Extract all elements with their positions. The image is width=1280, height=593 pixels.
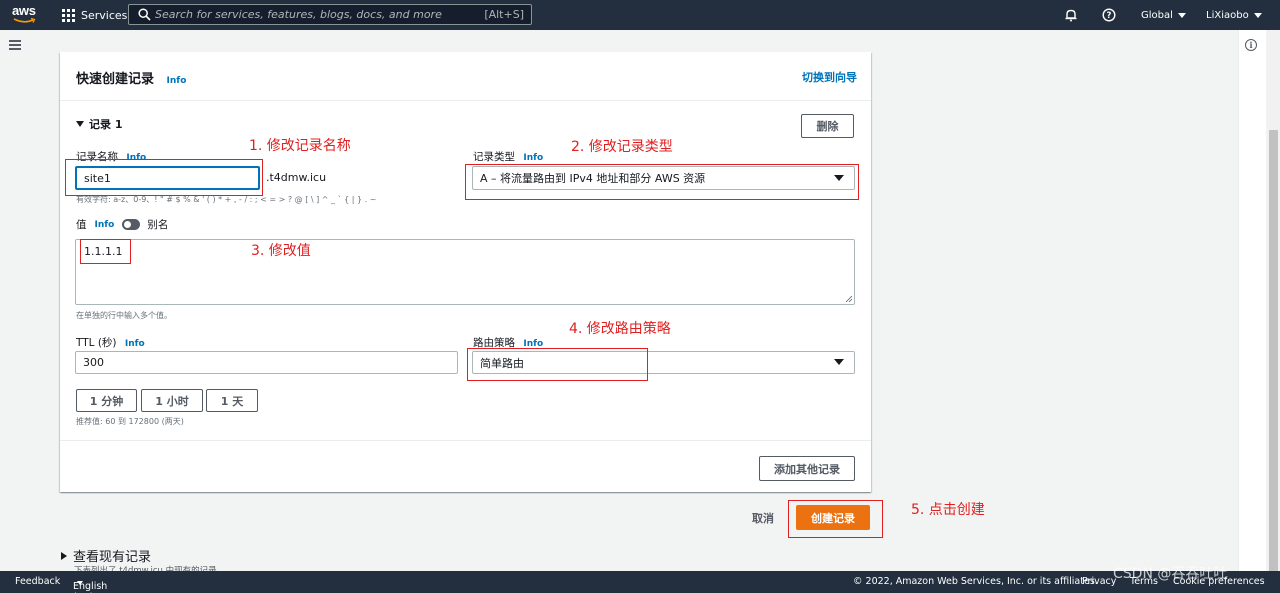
- services-menu[interactable]: Services: [62, 7, 127, 23]
- annotation-step4: 4. 修改路由策略: [569, 321, 671, 337]
- grid-icon: [62, 8, 75, 22]
- alias-label: 别名: [147, 219, 169, 231]
- ttl-1-hour-button[interactable]: 1 小时: [141, 389, 203, 412]
- existing-records-toggle[interactable]: 查看现有记录: [61, 546, 151, 565]
- annotation-step5: 5. 点击创建: [911, 502, 985, 518]
- info-link[interactable]: Info: [523, 153, 543, 163]
- aws-logo[interactable]: aws: [12, 4, 38, 26]
- value-label: 值: [76, 219, 87, 231]
- info-link[interactable]: Info: [125, 339, 145, 349]
- info-link[interactable]: Info: [95, 220, 115, 230]
- chevron-down-icon: [1253, 12, 1262, 18]
- search-input[interactable]: [155, 7, 475, 22]
- ttl-input[interactable]: 300: [75, 351, 458, 374]
- watermark: CSDN @吞吞吐吐: [1113, 566, 1228, 582]
- existing-records-title: 查看现有记录: [73, 550, 152, 565]
- services-label: Services: [81, 8, 128, 22]
- help-icon: ?: [1102, 8, 1116, 22]
- annotation-step2: 2. 修改记录类型: [571, 139, 673, 155]
- chevron-down-icon: [77, 581, 83, 585]
- ttl-label-row: TTL (秒) Info: [76, 335, 145, 350]
- record-type-label-row: 记录类型 Info: [473, 149, 543, 164]
- dropdown-caret-icon: [834, 359, 844, 365]
- caret-down-icon: [76, 121, 84, 127]
- menu-icon[interactable]: [9, 40, 21, 50]
- search-box[interactable]: [Alt+S]: [128, 4, 532, 25]
- record-section-title: 记录 1: [89, 118, 123, 131]
- search-shortcut: [Alt+S]: [484, 8, 524, 21]
- resize-handle-icon[interactable]: [845, 295, 853, 303]
- footer: Feedback English (US) © 2022, Amazon Web…: [0, 571, 1280, 593]
- create-records-button[interactable]: 创建记录: [796, 505, 870, 530]
- annotation-step3: 3. 修改值: [251, 243, 311, 259]
- value-textarea[interactable]: 1.1.1.1: [75, 239, 855, 305]
- annotation-step1: 1. 修改记录名称: [249, 138, 351, 154]
- bell-icon: [1065, 9, 1077, 22]
- annotation-box-value: [80, 239, 131, 264]
- domain-suffix: .t4dmw.icu: [266, 171, 327, 184]
- ttl-1-day-button[interactable]: 1 天: [206, 389, 258, 412]
- info-icon[interactable]: i: [1245, 39, 1257, 51]
- quick-create-panel: 快速创建记录 Info 切换到向导 记录 1 删除 记录名称 Info site…: [60, 52, 871, 492]
- region-menu[interactable]: Global: [1141, 0, 1186, 30]
- notifications-button[interactable]: [1064, 0, 1078, 30]
- cancel-button[interactable]: 取消: [752, 510, 774, 526]
- search-icon: [138, 8, 151, 21]
- delete-button[interactable]: 删除: [801, 114, 854, 138]
- aws-logo-text: aws: [12, 3, 36, 18]
- record-section-toggle[interactable]: 记录 1: [76, 116, 122, 132]
- tools-rail: [1238, 30, 1266, 571]
- annotation-box-routing: [467, 348, 648, 381]
- alias-toggle[interactable]: [122, 219, 141, 230]
- top-navigation: aws Services [Alt+S] ? Global LiXiao: [0, 0, 1280, 30]
- annotation-box-record-name: [65, 159, 263, 196]
- annotation-box-record-type: [465, 164, 859, 200]
- ttl-1-minute-button[interactable]: 1 分钟: [76, 389, 137, 412]
- scrollbar[interactable]: [1267, 30, 1280, 590]
- help-button[interactable]: ?: [1102, 0, 1116, 30]
- aws-smile-icon: [13, 17, 36, 23]
- privacy-link[interactable]: Privacy: [1082, 576, 1116, 587]
- account-menu[interactable]: LiXiaobo: [1206, 0, 1262, 30]
- region-label: Global: [1141, 9, 1173, 21]
- copyright-text: © 2022, Amazon Web Services, Inc. or its…: [853, 576, 1098, 587]
- panel-header: 快速创建记录 Info 切换到向导: [60, 52, 871, 101]
- feedback-link[interactable]: Feedback: [15, 576, 60, 587]
- svg-text:?: ?: [1107, 11, 1112, 21]
- switch-to-wizard-link[interactable]: 切换到向导: [802, 69, 857, 85]
- info-link[interactable]: Info: [167, 76, 187, 86]
- chevron-down-icon: [1177, 12, 1186, 18]
- scrollbar-thumb[interactable]: [1269, 130, 1278, 590]
- user-name: LiXiaobo: [1206, 9, 1249, 21]
- page-title: 快速创建记录: [76, 72, 155, 87]
- record-type-label: 记录类型: [473, 151, 515, 163]
- value-hint: 在单独的行中输入多个值。: [76, 311, 172, 320]
- ttl-value: 300: [83, 356, 104, 369]
- value-label-row: 值 Info 别名: [76, 217, 168, 232]
- ttl-hint: 推荐值: 60 到 172800 (两天): [76, 417, 184, 426]
- panel-title-row: 快速创建记录 Info: [76, 68, 186, 87]
- caret-right-icon: [61, 551, 67, 560]
- add-another-record-button[interactable]: 添加其他记录: [759, 456, 855, 481]
- divider: [60, 440, 871, 441]
- ttl-label: TTL (秒): [76, 337, 117, 349]
